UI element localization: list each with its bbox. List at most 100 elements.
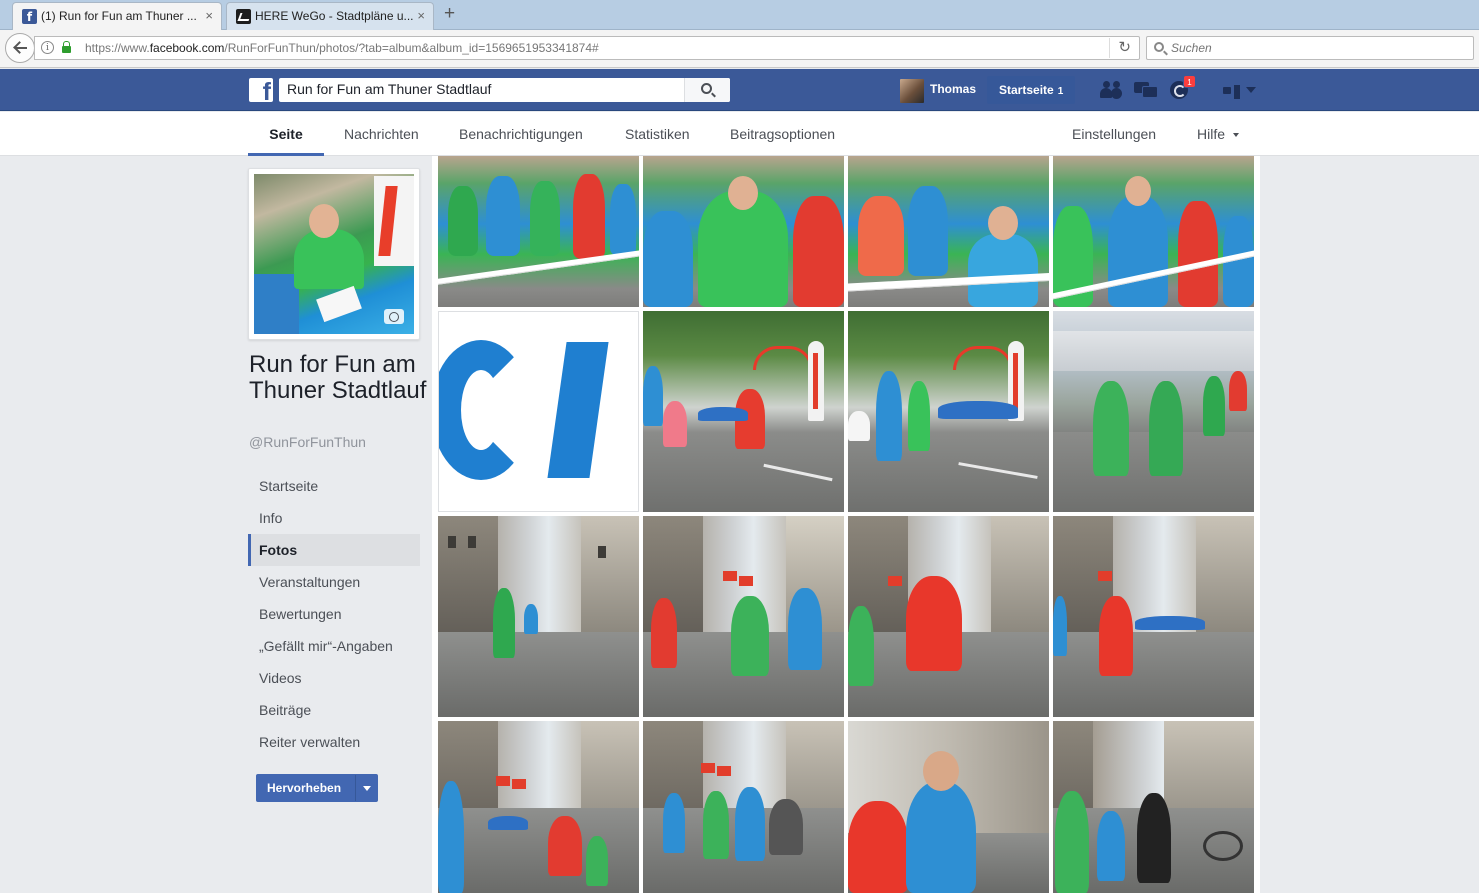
tab-beitragsoptionen[interactable]: Beitragsoptionen	[730, 112, 835, 156]
runner-shape	[876, 371, 902, 461]
photo-thumbnail[interactable]	[438, 156, 639, 307]
photo-thumbnail[interactable]	[1053, 516, 1254, 717]
address-bar[interactable]: i https://www.facebook.com/RunForFunThun…	[34, 36, 1140, 60]
profile-picture[interactable]	[254, 174, 414, 334]
user-name: Thomas	[930, 82, 977, 96]
tab-einstellungen[interactable]: Einstellungen	[1072, 112, 1156, 156]
migros-arch	[753, 346, 813, 370]
photo-thumbnail[interactable]	[438, 721, 639, 893]
runner-shape	[254, 274, 299, 334]
photo-thumbnail[interactable]	[643, 721, 844, 893]
page-title[interactable]: Run for Fun am Thuner Stadtlauf	[249, 352, 429, 404]
sidebar-item-reiter-verwalten[interactable]: Reiter verwalten	[248, 726, 420, 758]
runner-shape	[906, 781, 976, 893]
logo-c-shape	[439, 340, 531, 480]
tab-statistiken[interactable]: Statistiken	[625, 112, 690, 156]
head-shape	[923, 751, 959, 791]
close-tab-icon[interactable]: ×	[205, 3, 213, 29]
reload-icon[interactable]: ↻	[1109, 38, 1131, 58]
photo-thumbnail[interactable]	[438, 516, 639, 717]
banner-shape	[848, 411, 870, 441]
sidebar-item-videos[interactable]: Videos	[248, 662, 420, 694]
facebook-search-box[interactable]	[279, 78, 730, 102]
page-admin-tabs: Seite Nachrichten Benachrichtigungen Sta…	[0, 112, 1479, 156]
sidebar-item-info[interactable]: Info	[248, 502, 420, 534]
facebook-favicon-icon: f	[22, 9, 37, 24]
sidebar-item-bewertungen[interactable]: Bewertungen	[248, 598, 420, 630]
browser-search-input[interactable]	[1171, 39, 1461, 57]
browser-tab-here-wego[interactable]: HERE WeGo - Stadtpläne u... ×	[226, 2, 434, 30]
crowd-shape	[488, 816, 528, 830]
shirt-shape	[294, 229, 364, 289]
search-icon	[701, 83, 712, 94]
photo-thumbnail[interactable]	[643, 516, 844, 717]
flag-shape	[739, 576, 753, 586]
sidebar-item-veranstaltungen[interactable]: Veranstaltungen	[248, 566, 420, 598]
runner-shape	[643, 366, 663, 426]
runner-shape	[1229, 371, 1247, 411]
home-count-badge: 1	[1057, 86, 1064, 97]
tab-benachrichtigungen[interactable]: Benachrichtigungen	[459, 112, 583, 156]
window-shape	[468, 536, 476, 548]
site-info-icon[interactable]: i	[41, 41, 54, 54]
browser-search-box[interactable]	[1146, 36, 1474, 60]
photo-thumbnail[interactable]	[848, 721, 1049, 893]
runner-shape	[663, 401, 687, 447]
new-tab-button[interactable]: +	[444, 3, 455, 25]
sidebar-item-startseite[interactable]: Startseite	[248, 470, 420, 502]
runner-shape	[586, 836, 608, 886]
close-tab-icon[interactable]: ×	[417, 3, 425, 29]
photo-thumbnail[interactable]	[848, 156, 1049, 307]
chevron-down-icon[interactable]	[355, 775, 377, 801]
facebook-search-input[interactable]	[287, 81, 677, 97]
runner-shape	[1053, 596, 1067, 656]
account-menu-icon[interactable]	[1222, 81, 1262, 99]
building-shape	[1053, 331, 1254, 371]
camera-icon[interactable]	[384, 309, 404, 324]
here-wego-favicon-icon	[236, 9, 251, 24]
runner-shape	[548, 816, 582, 876]
road-shape	[1053, 632, 1254, 717]
flag-shape	[1098, 571, 1112, 581]
photo-thumbnail[interactable]	[848, 516, 1049, 717]
flag-shape	[717, 766, 731, 776]
profile-picture-frame[interactable]	[248, 168, 420, 340]
runner-shape	[908, 381, 930, 451]
crowd-shape	[1135, 616, 1205, 630]
sidebar-item-fotos[interactable]: Fotos	[248, 534, 420, 566]
photo-thumbnail[interactable]	[643, 156, 844, 307]
url-text[interactable]: https://www.facebook.com/RunForFunThun/p…	[85, 37, 599, 59]
messages-icon[interactable]	[1134, 79, 1158, 101]
runner-shape	[731, 596, 769, 676]
tab-nachrichten[interactable]: Nachrichten	[344, 112, 419, 156]
photo-thumbnail[interactable]	[848, 311, 1049, 512]
facebook-search-button[interactable]	[684, 78, 730, 102]
friend-requests-icon[interactable]	[1099, 79, 1123, 101]
photo-thumbnail[interactable]	[1053, 156, 1254, 307]
browser-tab-facebook[interactable]: f (1) Run for Fun am Thuner ... ×	[12, 2, 222, 30]
head-shape	[1125, 176, 1151, 206]
runner-shape	[651, 598, 677, 668]
home-button[interactable]: Startseite 1	[987, 76, 1076, 104]
photo-thumbnail[interactable]	[1053, 311, 1254, 512]
runner-shape	[968, 234, 1038, 307]
runner-shape	[1055, 791, 1089, 893]
window-shape	[598, 546, 606, 558]
sidebar-item-gefaellt-mir[interactable]: „Gefällt mir“-Angaben	[248, 630, 420, 662]
tab-hilfe[interactable]: Hilfe	[1197, 112, 1240, 156]
facebook-logo-icon[interactable]: f	[249, 78, 273, 102]
back-arrow-icon[interactable]	[5, 33, 35, 63]
runner-shape	[858, 196, 904, 276]
sidebar-item-beitraege[interactable]: Beiträge	[248, 694, 420, 726]
tab-title: (1) Run for Fun am Thuner ...	[41, 9, 197, 23]
runner-shape	[1093, 381, 1129, 476]
promote-button[interactable]: Hervorheben	[256, 774, 378, 802]
tab-seite[interactable]: Seite	[248, 112, 324, 156]
photo-thumbnail[interactable]	[1053, 721, 1254, 893]
page-handle[interactable]: @RunForFunThun	[249, 434, 366, 450]
url-domain: facebook.com	[149, 41, 225, 55]
lock-icon	[62, 41, 71, 53]
photo-thumbnail-logo[interactable]	[438, 311, 639, 512]
photo-thumbnail[interactable]	[643, 311, 844, 512]
runner-shape	[663, 793, 685, 853]
